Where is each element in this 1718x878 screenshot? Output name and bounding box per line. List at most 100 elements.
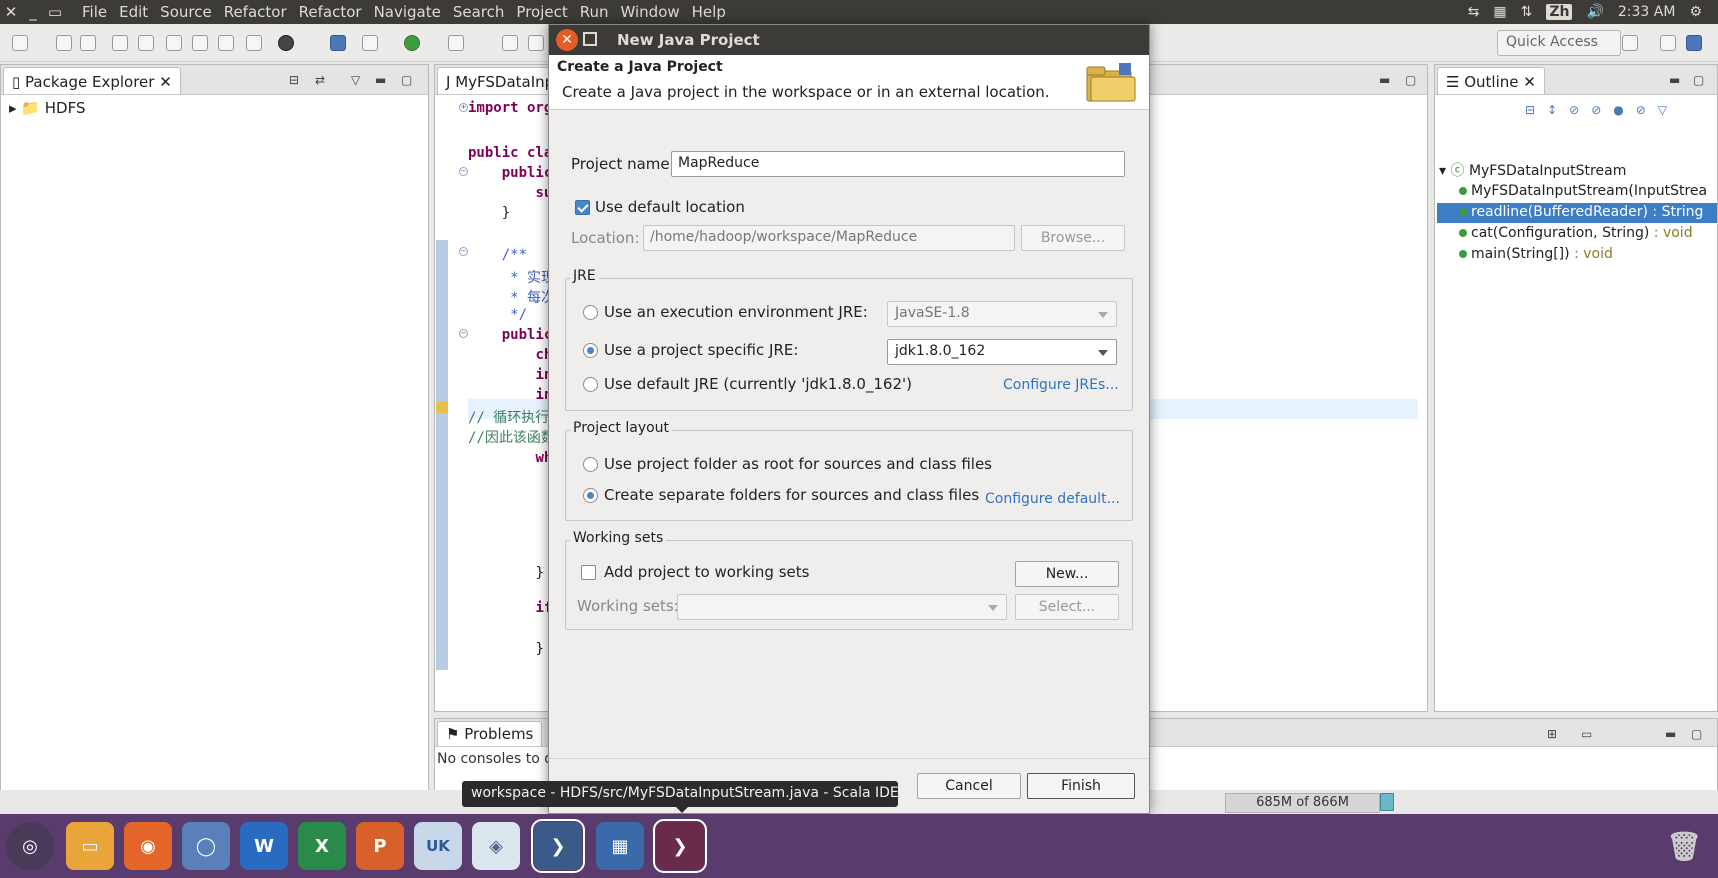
software-center-icon[interactable]: UK — [414, 822, 462, 870]
close-tab-icon[interactable]: ✕ — [159, 73, 172, 91]
menu-navigate[interactable]: Navigate — [368, 3, 447, 21]
quick-access-input[interactable]: Quick Access — [1497, 30, 1621, 56]
menu-refactor[interactable]: Refactor — [218, 3, 293, 21]
use-default-location-checkbox[interactable] — [575, 200, 590, 215]
code-line[interactable]: ch — [468, 347, 552, 363]
code-line[interactable]: } — [468, 641, 543, 657]
save-icon[interactable] — [56, 35, 72, 51]
files-icon[interactable]: ▭ — [66, 822, 114, 870]
browse-button[interactable]: Browse... — [1021, 225, 1125, 251]
powerpoint-icon[interactable]: P — [356, 822, 404, 870]
hide-nonpublic-icon[interactable]: ● — [1613, 103, 1635, 117]
layout-separate-radio[interactable] — [583, 488, 598, 503]
javadoc-icon[interactable] — [166, 35, 182, 51]
open-console-icon[interactable]: ⊞ — [1547, 727, 1557, 741]
scala-perspective-icon[interactable] — [1686, 35, 1702, 51]
menu-project[interactable]: Project — [510, 3, 573, 21]
code-line[interactable]: } — [468, 205, 510, 221]
code-line[interactable]: su — [468, 185, 552, 201]
code-line[interactable]: in — [468, 367, 552, 383]
volume-icon[interactable]: 🔊 — [1586, 4, 1603, 20]
close-tab-icon[interactable]: ✕ — [1523, 73, 1536, 91]
firefox-icon[interactable]: ◉ — [124, 822, 172, 870]
save-all-icon[interactable] — [80, 35, 96, 51]
fold-toggle-icon[interactable]: + — [459, 103, 468, 112]
power-gear-icon[interactable]: ⚙ — [1689, 4, 1702, 20]
maximize-panel-icon[interactable]: ▢ — [1693, 73, 1704, 87]
menu-window[interactable]: Window — [615, 3, 686, 21]
new-icon[interactable] — [12, 35, 28, 51]
minimize-panel-icon[interactable]: ▬ — [375, 73, 386, 87]
word-icon[interactable]: W — [240, 822, 288, 870]
maximize-editor-icon[interactable]: ▢ — [1405, 73, 1416, 87]
coverage-icon[interactable] — [448, 35, 464, 51]
screenshot-icon[interactable]: ◈ — [472, 822, 520, 870]
chromium-icon[interactable]: ◯ — [182, 822, 230, 870]
tab-outline[interactable]: ☰ Outline ✕ — [1437, 67, 1545, 94]
tab-package-explorer[interactable]: ▯ Package Explorer ✕ — [3, 67, 181, 94]
scala-icon[interactable] — [246, 35, 262, 51]
minimize-panel-icon[interactable]: ▬ — [1669, 73, 1680, 87]
code-line[interactable]: public cla — [468, 145, 552, 161]
code-line[interactable]: if — [468, 600, 552, 616]
maximize-icon[interactable] — [583, 32, 597, 46]
clock[interactable]: 2:33 AM — [1618, 4, 1676, 20]
view-menu-icon[interactable]: ▽ — [351, 73, 360, 87]
tree-item-hdfs[interactable]: ▸ 📁 HDFS — [9, 99, 86, 117]
menu-run[interactable]: Run — [574, 3, 615, 21]
cancel-button[interactable]: Cancel — [917, 773, 1021, 799]
debug-icon[interactable] — [362, 35, 378, 51]
collapse-all-icon[interactable]: ⊟ — [289, 73, 299, 87]
exec-env-radio[interactable] — [583, 305, 598, 320]
fold-toggle-icon[interactable]: − — [459, 329, 468, 338]
code-line[interactable]: // 循环执行 — [468, 407, 549, 427]
word-wrap-icon[interactable] — [192, 35, 208, 51]
toggle-mark-icon[interactable] — [112, 35, 128, 51]
configure-jres-link[interactable]: Configure JREs... — [1003, 377, 1119, 393]
code-line[interactable]: * 实现 — [468, 267, 555, 287]
maximize-panel-icon[interactable]: ▢ — [401, 73, 412, 87]
warning-marker-icon[interactable] — [436, 401, 448, 413]
run-icon[interactable] — [404, 35, 420, 51]
excel-icon[interactable]: X — [298, 822, 346, 870]
new-working-set-button[interactable]: New... — [1015, 561, 1119, 587]
menu-source[interactable]: Source — [154, 3, 218, 21]
scala-ide-icon[interactable]: ❯ — [653, 819, 707, 873]
outline-item-class[interactable]: ▾ ⓒ MyFSDataInputStream — [1439, 160, 1626, 180]
trash-icon[interactable]: 🗑 — [1660, 822, 1708, 870]
layout-separate-label[interactable]: Create separate folders for sources and … — [604, 486, 979, 504]
expand-arrow-icon[interactable]: ▸ — [9, 99, 17, 117]
link-editor-icon[interactable]: ⇄ — [315, 73, 325, 87]
menu-search[interactable]: Search — [447, 3, 511, 21]
code-line[interactable]: public — [468, 327, 553, 343]
terminal-icon[interactable]: ❯ — [531, 819, 585, 873]
code-line[interactable]: /** — [468, 247, 527, 263]
close-icon[interactable]: ✕ — [556, 29, 578, 51]
hide-local-types-icon[interactable]: ⊘ — [1636, 103, 1658, 117]
view-menu-icon[interactable]: ▽ — [1658, 103, 1679, 117]
layout-root-radio[interactable] — [583, 457, 598, 472]
open-perspective-icon[interactable] — [1622, 35, 1638, 51]
minimize-panel-icon[interactable]: ▬ — [1665, 727, 1676, 741]
code-line[interactable]: wh — [468, 450, 552, 466]
code-line[interactable]: * 每次 — [468, 287, 555, 307]
close-window-icon[interactable]: ✕ — [0, 3, 22, 21]
calendar-icon[interactable]: ▦ — [1493, 4, 1506, 20]
hide-fields-icon[interactable]: ⊘ — [1569, 103, 1591, 117]
ubuntu-logo-icon[interactable]: ◎ — [6, 822, 54, 870]
select-working-set-button[interactable]: Select... — [1015, 594, 1119, 620]
menu-edit[interactable]: Edit — [113, 3, 154, 21]
fold-toggle-icon[interactable]: − — [459, 167, 468, 176]
heap-status[interactable]: 685M of 866M — [1225, 793, 1380, 813]
outline-item-readline[interactable]: readline(BufferedReader) : String — [1459, 204, 1703, 220]
fold-toggle-icon[interactable]: − — [459, 247, 468, 256]
project-specific-jre-select[interactable]: jdk1.8.0_162 — [887, 339, 1117, 365]
code-line[interactable]: import org — [468, 100, 552, 116]
add-to-working-sets-label[interactable]: Add project to working sets — [604, 563, 809, 581]
layout-root-label[interactable]: Use project folder as root for sources a… — [604, 455, 992, 473]
use-default-location-label[interactable]: Use default location — [595, 198, 745, 216]
keyboard-indicator-icon[interactable]: ⇆ — [1468, 4, 1480, 20]
refresh-icon[interactable] — [528, 35, 544, 51]
code-line[interactable]: } — [468, 565, 543, 581]
external-tools-icon[interactable] — [278, 35, 294, 51]
